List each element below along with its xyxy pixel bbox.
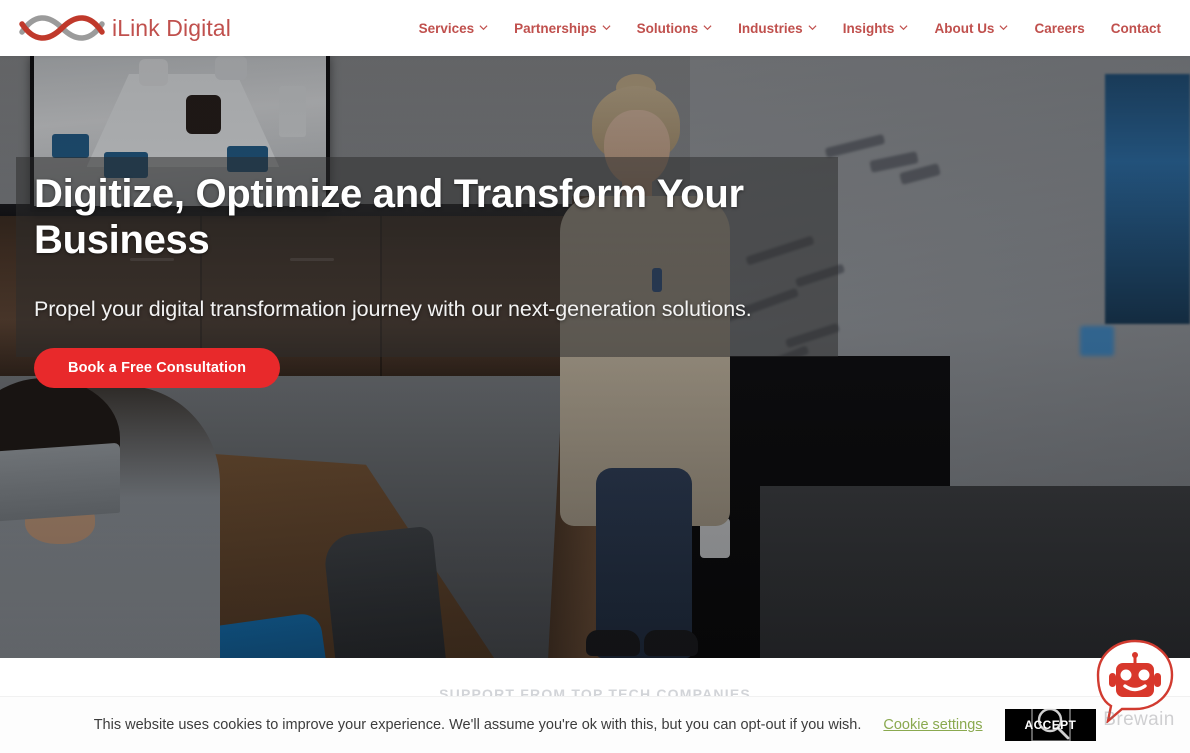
chevron-down-icon <box>479 23 488 32</box>
nav-item-insights[interactable]: Insights <box>830 15 922 42</box>
nav-item-contact[interactable]: Contact <box>1098 15 1174 42</box>
brand-name: iLink Digital <box>112 14 231 41</box>
hero-content: Digitize, Optimize and Transform Your Bu… <box>34 157 834 388</box>
nav-label: Contact <box>1110 20 1161 36</box>
brand-logo[interactable]: iLink Digital <box>18 12 231 44</box>
nav-item-careers[interactable]: Careers <box>1021 15 1097 42</box>
chat-widget[interactable]: Brewain <box>1092 637 1178 730</box>
cookie-settings-link[interactable]: Cookie settings <box>883 717 982 733</box>
nav-label: Industries <box>738 20 803 36</box>
page-root: iLink Digital Services Partnerships Solu… <box>0 0 1190 753</box>
site-header: iLink Digital Services Partnerships Solu… <box>0 0 1190 56</box>
chevron-down-icon <box>999 23 1008 32</box>
book-consultation-button[interactable]: Book a Free Consultation <box>34 348 281 388</box>
hero-subtitle: Propel your digital transformation journ… <box>34 297 752 321</box>
cookie-message: This website uses cookies to improve you… <box>93 717 862 733</box>
nav-label: About Us <box>934 20 995 36</box>
hero-title: Digitize, Optimize and Transform Your Bu… <box>34 172 744 262</box>
nav-item-industries[interactable]: Industries <box>725 15 830 42</box>
nav-label: Services <box>418 20 475 36</box>
nav-item-about-us[interactable]: About Us <box>921 15 1021 42</box>
chevron-down-icon <box>703 23 712 32</box>
chevron-down-icon <box>602 23 611 32</box>
nav-label: Insights <box>842 20 895 36</box>
nav-label: Partnerships <box>514 20 597 36</box>
nav-label: Solutions <box>636 20 699 36</box>
chat-widget-label: Brewain <box>1103 709 1175 730</box>
nav-item-solutions[interactable]: Solutions <box>624 15 726 42</box>
cookie-accept-button[interactable]: ACCEPT <box>1004 709 1097 741</box>
main-navigation: Services Partnerships Solutions Industri… <box>406 15 1174 42</box>
chevron-down-icon <box>899 23 908 32</box>
nav-item-partnerships[interactable]: Partnerships <box>501 15 624 42</box>
hero-section: Digitize, Optimize and Transform Your Bu… <box>0 56 1190 658</box>
chevron-down-icon <box>808 23 817 32</box>
nav-label: Careers <box>1034 20 1085 36</box>
nav-item-services[interactable]: Services <box>406 15 502 42</box>
ilink-infinity-logo-icon <box>18 12 106 44</box>
cookie-consent-banner: This website uses cookies to improve you… <box>0 696 1190 753</box>
